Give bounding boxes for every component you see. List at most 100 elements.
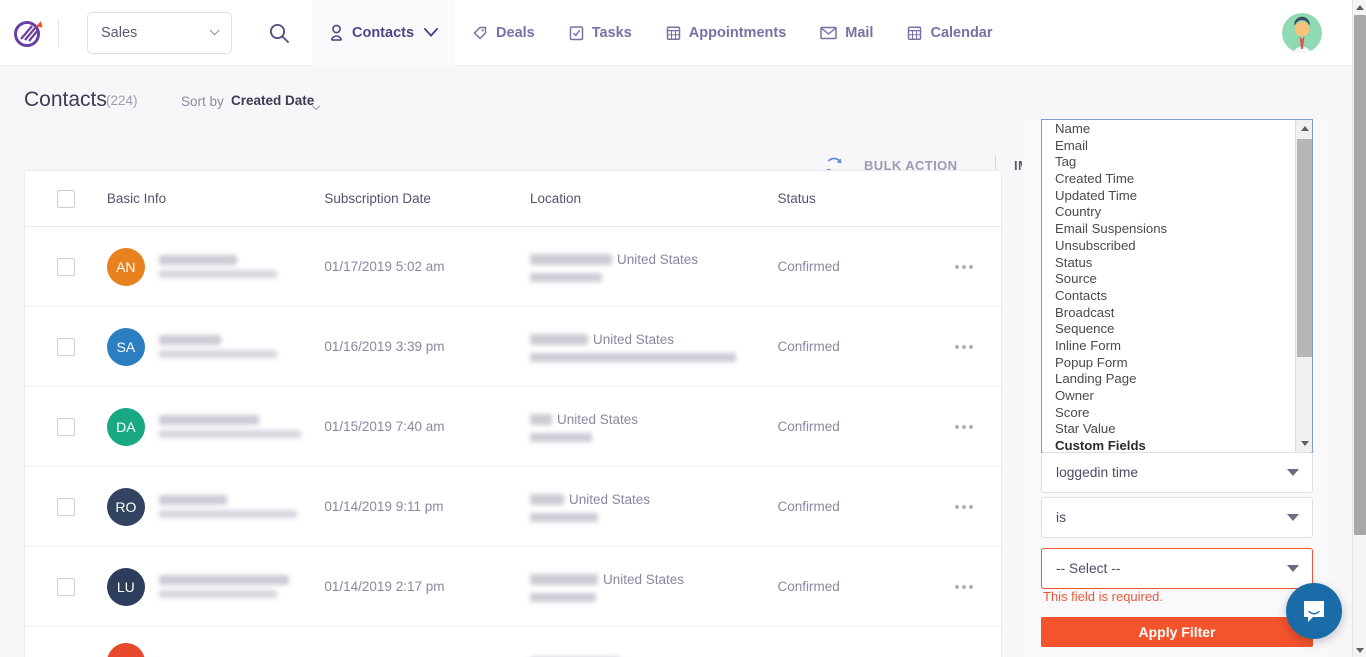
table-row[interactable]: [25, 627, 1001, 657]
scroll-up-arrow-icon[interactable]: [1296, 120, 1313, 137]
dropdown-option-name[interactable]: Name: [1042, 121, 1297, 138]
filter-field-select[interactable]: loggedin time: [1041, 452, 1313, 493]
page-title: Contacts: [24, 88, 107, 112]
calendar-grid-icon: [907, 25, 922, 41]
app-root: Sales Contacts: [0, 0, 1366, 657]
contact-identity: [159, 335, 277, 358]
ellipsis-icon[interactable]: [955, 425, 973, 429]
table-row[interactable]: SA 01/16/2019 3:39 pm United States Conf…: [25, 307, 1001, 387]
avatar: LU: [107, 568, 145, 606]
row-checkbox[interactable]: [57, 338, 75, 356]
calendar-grid-icon: [666, 25, 681, 41]
nav-item-mail-label: Mail: [845, 25, 873, 41]
dropdown-option-email-suspensions[interactable]: Email Suspensions: [1042, 221, 1297, 238]
column-header-status[interactable]: Status: [777, 191, 927, 206]
ellipsis-icon[interactable]: [955, 345, 973, 349]
column-header-location[interactable]: Location: [530, 191, 778, 206]
city-redacted: [530, 254, 612, 265]
dropdown-optgroup-custom-fields: Custom Fields: [1042, 438, 1297, 453]
location-cell: United States: [530, 332, 778, 362]
contacts-count: (224): [106, 93, 138, 108]
user-avatar[interactable]: [1282, 13, 1322, 53]
table-row[interactable]: AN 01/17/2019 5:02 am United States Conf…: [25, 227, 1001, 307]
dropdown-scrollbar[interactable]: [1295, 120, 1312, 452]
subscription-date: 01/14/2019 9:11 pm: [324, 499, 530, 514]
status-badge: Confirmed: [777, 259, 927, 274]
dropdown-option-popup-form[interactable]: Popup Form: [1042, 355, 1297, 372]
chat-widget-button[interactable]: [1286, 583, 1342, 639]
app-logo[interactable]: [0, 16, 58, 50]
filter-operator-select[interactable]: is: [1041, 497, 1313, 538]
dropdown-option-broadcast[interactable]: Broadcast: [1042, 305, 1297, 322]
contact-name-redacted: [159, 575, 289, 585]
dropdown-option-score[interactable]: Score: [1042, 405, 1297, 422]
chevron-down-icon[interactable]: [313, 96, 319, 114]
ip-redacted: [530, 273, 602, 282]
nav-item-calendar[interactable]: Calendar: [890, 0, 1009, 66]
user-avatar-icon: [1282, 13, 1322, 53]
search-button[interactable]: [258, 12, 300, 54]
table-row[interactable]: RO 01/14/2019 9:11 pm United States Conf…: [25, 467, 1001, 547]
top-navigation-bar: Sales Contacts: [0, 0, 1352, 66]
caret-down-icon: [1287, 469, 1299, 476]
status-badge: Confirmed: [777, 339, 927, 354]
row-checkbox[interactable]: [57, 258, 75, 276]
ellipsis-icon[interactable]: [955, 265, 973, 269]
nav-item-mail[interactable]: Mail: [803, 0, 890, 66]
status-badge: Confirmed: [777, 579, 927, 594]
dropdown-option-contacts[interactable]: Contacts: [1042, 288, 1297, 305]
table-row[interactable]: DA 01/15/2019 7:40 am United States Conf…: [25, 387, 1001, 467]
status-badge: Confirmed: [777, 499, 927, 514]
dropdown-option-country[interactable]: Country: [1042, 204, 1297, 221]
dropdown-option-status[interactable]: Status: [1042, 255, 1297, 272]
field-dropdown-open-list[interactable]: Name Email Tag Created Time Updated Time…: [1041, 119, 1313, 453]
column-header-basic-info[interactable]: Basic Info: [107, 191, 325, 206]
module-select[interactable]: Sales: [87, 12, 232, 54]
envelope-icon: [820, 26, 837, 40]
dropdown-option-tag[interactable]: Tag: [1042, 154, 1297, 171]
nav-item-contacts[interactable]: Contacts: [312, 0, 455, 66]
column-header-subscription-date[interactable]: Subscription Date: [324, 191, 530, 206]
row-checkbox[interactable]: [57, 418, 75, 436]
ellipsis-icon[interactable]: [955, 505, 973, 509]
dropdown-option-sequence[interactable]: Sequence: [1042, 321, 1297, 338]
dropdown-scrollbar-thumb[interactable]: [1297, 139, 1312, 357]
select-all-checkbox[interactable]: [57, 190, 75, 208]
subscription-date: 01/16/2019 3:39 pm: [324, 339, 530, 354]
subscription-date: 01/17/2019 5:02 am: [324, 259, 530, 274]
browser-scrollbar-thumb[interactable]: [1354, 15, 1366, 535]
sort-by-value[interactable]: Created Date: [231, 93, 314, 108]
ip-redacted: [530, 513, 598, 522]
filter-value-select[interactable]: -- Select --: [1041, 548, 1313, 589]
dropdown-option-unsubscribed[interactable]: Unsubscribed: [1042, 238, 1297, 255]
dropdown-option-created-time[interactable]: Created Time: [1042, 171, 1297, 188]
avatar: [107, 643, 145, 657]
ellipsis-icon[interactable]: [955, 585, 973, 589]
nav-item-deals[interactable]: Deals: [455, 0, 552, 66]
dropdown-option-star-value[interactable]: Star Value: [1042, 421, 1297, 438]
browser-scrollbar[interactable]: [1352, 0, 1366, 657]
apply-filter-button[interactable]: Apply Filter: [1041, 617, 1313, 647]
dropdown-option-owner[interactable]: Owner: [1042, 388, 1297, 405]
dropdown-option-email[interactable]: Email: [1042, 138, 1297, 155]
dropdown-option-inline-form[interactable]: Inline Form: [1042, 338, 1297, 355]
chevron-down-icon: [424, 25, 438, 41]
dropdown-option-landing-page[interactable]: Landing Page: [1042, 371, 1297, 388]
scroll-down-arrow-icon[interactable]: [1296, 435, 1313, 452]
scroll-down-arrow-icon[interactable]: [1353, 643, 1366, 657]
avatar: SA: [107, 328, 145, 366]
nav-item-appointments[interactable]: Appointments: [649, 0, 803, 66]
row-checkbox[interactable]: [57, 578, 75, 596]
dropdown-option-updated-time[interactable]: Updated Time: [1042, 188, 1297, 205]
filter-operator-select-value: is: [1056, 510, 1066, 525]
contact-email-redacted: [159, 430, 301, 438]
caret-down-icon: [1287, 514, 1299, 521]
contact-identity: [159, 495, 297, 518]
avatar: DA: [107, 408, 145, 446]
dropdown-option-source[interactable]: Source: [1042, 271, 1297, 288]
nav-item-tasks[interactable]: Tasks: [552, 0, 649, 66]
search-icon: [268, 22, 290, 44]
row-checkbox[interactable]: [57, 498, 75, 516]
filter-value-select-value: -- Select --: [1056, 561, 1120, 576]
scroll-up-arrow-icon[interactable]: [1353, 0, 1366, 14]
